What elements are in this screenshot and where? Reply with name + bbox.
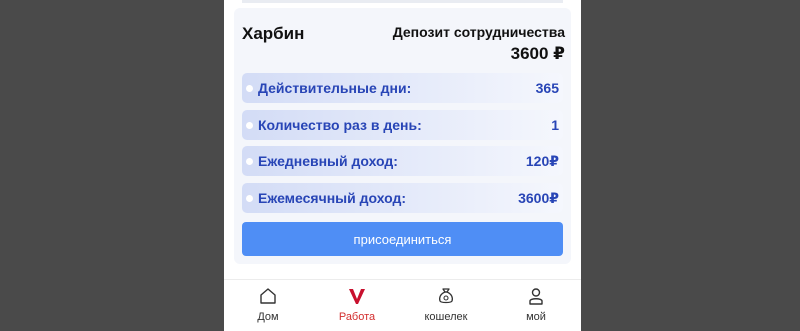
- tab-home[interactable]: Дом: [233, 280, 303, 331]
- row-label: Действительные дни:: [258, 80, 412, 96]
- row-value: 3600₽: [518, 190, 559, 206]
- info-row-monthly-income: Ежемесячный доход: 3600₽: [242, 183, 563, 213]
- tab-work[interactable]: Работа: [322, 280, 392, 331]
- tab-profile[interactable]: мой: [501, 280, 571, 331]
- row-label: Ежемесячный доход:: [258, 190, 407, 206]
- info-row-times-per-day: Количество раз в день: 1: [242, 110, 563, 140]
- row-label: Ежедневный доход:: [258, 153, 398, 169]
- top-divider: [242, 0, 563, 3]
- wallet-icon: [436, 286, 456, 311]
- bottom-tab-bar: Дом Работа кошелек мой: [224, 279, 581, 331]
- row-bullet: [246, 158, 253, 165]
- row-label: Количество раз в день:: [258, 117, 422, 133]
- tab-label: мой: [526, 311, 546, 323]
- tab-wallet[interactable]: кошелек: [411, 280, 481, 331]
- tab-label: Дом: [257, 311, 279, 323]
- profile-icon: [526, 286, 546, 311]
- phone-screen: Харбин Депозит сотрудничества 3600 ₽ Дей…: [224, 0, 581, 331]
- city-name: Харбин: [242, 24, 305, 43]
- row-value: 1: [551, 117, 559, 133]
- row-value: 365: [535, 80, 559, 96]
- tab-label: Работа: [338, 311, 376, 323]
- info-row-daily-income: Ежедневный доход: 120₽: [242, 146, 563, 176]
- row-bullet: [246, 85, 253, 92]
- home-icon: [258, 286, 278, 311]
- deposit-value: 3600 ₽: [510, 44, 565, 63]
- info-row-valid-days: Действительные дни: 365: [242, 73, 563, 103]
- deposit-label: Депозит сотрудничества: [392, 24, 565, 40]
- row-bullet: [246, 195, 253, 202]
- row-bullet: [246, 122, 253, 129]
- work-v-icon: [347, 286, 367, 311]
- join-button[interactable]: присоединиться: [242, 222, 563, 256]
- tab-label: кошелек: [424, 311, 468, 323]
- row-value: 120₽: [525, 153, 559, 169]
